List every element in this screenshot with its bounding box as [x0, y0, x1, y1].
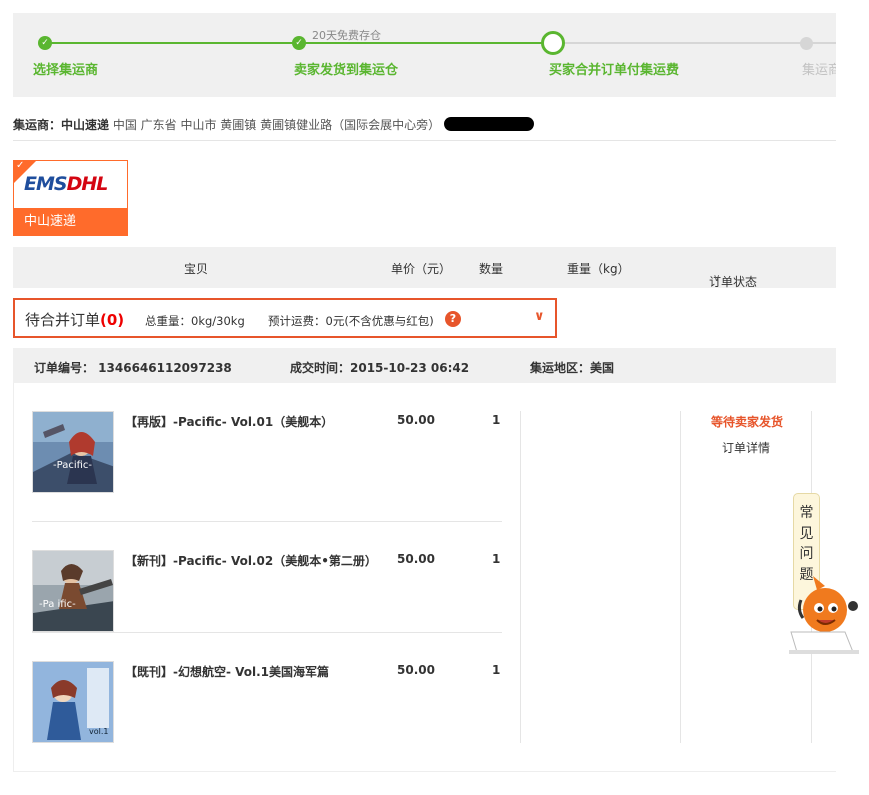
total-weight: 总重量：0kg/30kg — [145, 314, 245, 328]
carrier-card-zhongshan[interactable]: ✓ EMSDHL 中山速递 — [13, 160, 128, 236]
order-number: 订单编号： 1346646112097238 — [34, 361, 232, 375]
order-status: 等待卖家发货 — [711, 415, 784, 429]
redacted-phone — [444, 117, 535, 131]
progress-line-remaining — [565, 42, 836, 44]
product-name-link[interactable]: 【再版】-Pacific- Vol.01（美舰本） — [125, 413, 375, 430]
pending-title: 待合并订单(0) — [25, 311, 125, 329]
mascot-icon[interactable] — [787, 570, 867, 660]
order-detail-link[interactable]: 订单详情 — [722, 439, 770, 456]
progress-steps: ✓ 选择集运商 20天免费存仓 ✓ 卖家发货到集运仓 买家合并订单付集运费 集运… — [13, 13, 836, 97]
product-name-link[interactable]: 【既刊】-幻想航空- Vol.1美国海军篇 — [125, 663, 375, 680]
col-qty: 数量 — [479, 262, 504, 276]
svg-text:-Pa ific-: -Pa ific- — [39, 599, 76, 610]
estimated-fee: 预计运费：0元(不含优惠与红包) — [268, 314, 434, 328]
product-name-link[interactable]: 【新刊】-Pacific- Vol.02（美舰本•第二册） — [125, 552, 377, 569]
product-thumbnail[interactable]: vol.1 — [32, 661, 114, 743]
order-body: -Pacific- 【再版】-Pacific- Vol.01（美舰本） 50.0… — [13, 383, 836, 772]
consolidator-name: 中山速递 — [61, 118, 110, 132]
col-price: 单价（元） — [391, 262, 452, 276]
col-weight: 重量（kg） — [567, 262, 630, 276]
active-step-indicator — [541, 31, 565, 55]
consolidator-label: 集运商： — [13, 118, 62, 132]
table-header: 宝贝 单价（元） 数量 重量（kg） 订单状态 ∨ — [13, 247, 836, 289]
item-price: 50.00 — [397, 552, 435, 566]
svg-text:vol.1: vol.1 — [89, 727, 108, 736]
pending-step-indicator — [800, 37, 813, 50]
consolidator-address: 中国 广东省 中山市 黄圃镇 黄圃镇健业路（国际会展中心旁） — [112, 118, 441, 132]
product-thumbnail[interactable]: -Pa ific- — [32, 550, 114, 632]
order-time: 成交时间：2015-10-23 06:42 — [290, 361, 470, 375]
step-2-label: 卖家发货到集运仓 — [294, 63, 399, 78]
check-icon: ✓ — [38, 36, 52, 50]
col-item: 宝贝 — [184, 262, 209, 276]
order-header: 订单编号： 1346646112097238 成交时间：2015-10-23 0… — [13, 348, 836, 383]
help-icon[interactable]: ? — [445, 311, 461, 327]
item-price: 50.00 — [397, 663, 435, 677]
ems-dhl-logo: EMSDHL — [24, 173, 108, 195]
step-4-label: 集运商 — [802, 63, 836, 78]
chevron-down-icon[interactable]: ∨ — [534, 309, 545, 324]
carrier-name: 中山速递 — [14, 208, 127, 235]
item-qty: 1 — [492, 413, 501, 427]
check-icon: ✓ — [16, 160, 25, 171]
chevron-down-icon: ∨ — [713, 273, 721, 284]
svg-text:-Pacific-: -Pacific- — [53, 460, 92, 471]
check-icon: ✓ — [292, 36, 306, 50]
item-price: 50.00 — [397, 413, 435, 427]
step-1-label: 选择集运商 — [33, 63, 99, 78]
pending-merge-bar[interactable]: 待合并订单(0) 总重量：0kg/30kg 预计运费：0元(不含优惠与红包) ?… — [13, 298, 557, 338]
pending-count: (0) — [100, 311, 125, 329]
item-qty: 1 — [492, 552, 501, 566]
item-qty: 1 — [492, 663, 501, 677]
order-region: 集运地区：美国 — [530, 361, 615, 375]
step-2-note: 20天免费存仓 — [312, 29, 381, 42]
consolidator-info: 集运商：中山速递 中国 广东省 中山市 黄圃镇 黄圃镇健业路（国际会展中心旁） — [13, 116, 836, 141]
step-3-label: 买家合并订单付集运费 — [549, 63, 680, 78]
product-thumbnail[interactable]: -Pacific- — [32, 411, 114, 493]
